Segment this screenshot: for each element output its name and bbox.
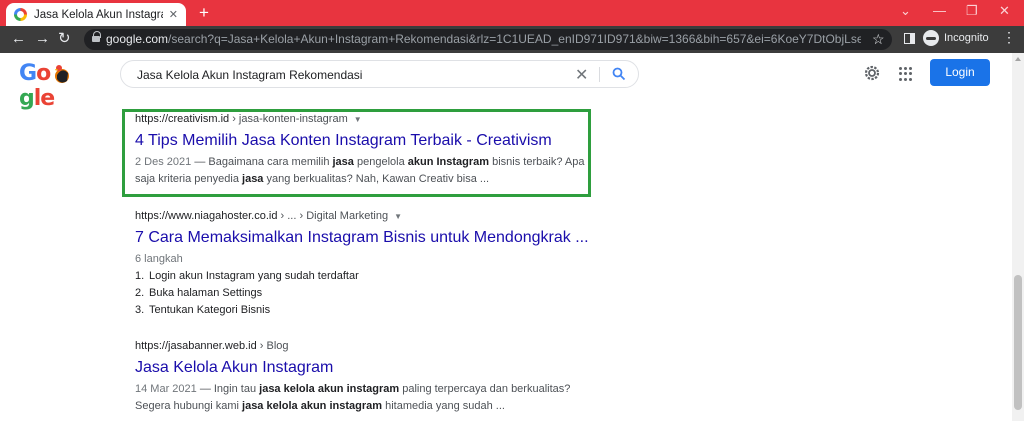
result-snippet: 14 Mar 2021 — Ingin tau jasa kelola akun… <box>135 383 571 412</box>
back-arrow-icon[interactable]: ← <box>11 31 26 47</box>
snippet-keyword: jasa kelola akun instagram <box>242 400 383 412</box>
incognito-icon <box>923 30 939 46</box>
chevron-down-icon[interactable]: ⌄ <box>900 3 911 19</box>
steps-count: 6 langkah <box>135 253 183 265</box>
search-input[interactable]: Jasa Kelola Akun Instagram Rekomendasi <box>137 68 362 82</box>
result-cite[interactable]: https://jasabanner.web.id › Blog <box>135 340 570 352</box>
search-result: https://www.niagahoster.co.id › ... › Di… <box>135 210 589 319</box>
tab-close-icon[interactable]: ✕ <box>169 8 178 21</box>
gear-icon[interactable] <box>863 64 881 82</box>
snippet-text: — Ingin tau <box>196 383 260 395</box>
minimize-icon[interactable]: — <box>933 3 946 18</box>
window-close-icon[interactable]: ✕ <box>999 3 1010 19</box>
search-divider <box>599 67 600 82</box>
snippet-text: paling terpercaya dan berkualitas? <box>399 383 571 395</box>
page-scrollbar[interactable] <box>1012 53 1024 421</box>
url-text[interactable]: google.com/search?q=Jasa+Kelola+Akun+Ins… <box>106 32 861 46</box>
snippet-text: hitamedia yang sudah ... <box>382 400 505 412</box>
browser-tab[interactable]: Jasa Kelola Akun Instagram Rekom ✕ <box>6 3 186 26</box>
list-item: 1. Login akun Instagram yang sudah terdaf… <box>135 270 359 282</box>
apps-grid-icon[interactable] <box>899 67 913 81</box>
search-box[interactable]: Jasa Kelola Akun Instagram Rekomendasi ✕ <box>120 60 639 88</box>
browser-toolbar: ← → ↻ google.com/search?q=Jasa+Kelola+Ak… <box>0 26 1024 53</box>
result-title-link[interactable]: Jasa Kelola Akun Instagram <box>135 358 570 378</box>
google-favicon-icon <box>14 8 27 21</box>
reload-icon[interactable]: ↻ <box>58 31 71 47</box>
incognito-indicator[interactable]: Incognito <box>923 30 989 46</box>
address-bar[interactable]: google.com/search?q=Jasa+Kelola+Akun+Ins… <box>84 29 892 50</box>
google-header: Gogle Jasa Kelola Akun Instagram Rekomen… <box>0 53 1012 111</box>
lock-icon <box>92 31 101 43</box>
tab-title: Jasa Kelola Akun Instagram Rekom <box>34 8 163 21</box>
steps-list: 1. Login akun Instagram yang sudah terdaf… <box>135 268 589 319</box>
login-button[interactable]: Login <box>930 59 990 86</box>
search-result: https://jasabanner.web.id › Blog Jasa Ke… <box>135 340 570 415</box>
restore-icon[interactable]: ❐ <box>966 3 978 19</box>
snippet-keyword: jasa kelola akun instagram <box>259 383 400 395</box>
scrollbar-thumb[interactable] <box>1014 275 1022 410</box>
bookmark-star-icon[interactable]: ☆ <box>872 31 885 48</box>
browser-tab-strip: Jasa Kelola Akun Instagram Rekom ✕ + ⌄ —… <box>0 0 1024 26</box>
scroll-up-icon[interactable] <box>1015 57 1021 61</box>
snippet-text: Segera hubungi kami <box>135 400 243 412</box>
clear-icon[interactable]: ✕ <box>575 65 588 85</box>
rooster-doodle-icon <box>55 65 69 83</box>
browser-menu-icon[interactable]: ⋮ <box>1002 30 1016 44</box>
forward-arrow-icon[interactable]: → <box>35 31 50 47</box>
caret-down-icon[interactable]: ▼ <box>394 212 402 221</box>
incognito-label: Incognito <box>944 32 989 44</box>
result-cite[interactable]: https://www.niagahoster.co.id › ... › Di… <box>135 210 589 222</box>
new-tab-icon[interactable]: + <box>195 4 213 22</box>
list-item: 2. Buka halaman Settings <box>135 287 263 299</box>
highlight-box <box>122 109 591 197</box>
side-panel-icon[interactable] <box>904 33 915 44</box>
result-title-link[interactable]: 7 Cara Memaksimalkan Instagram Bisnis un… <box>135 228 589 248</box>
google-doodle-logo[interactable]: Gogle <box>19 61 91 111</box>
search-icon[interactable] <box>612 67 626 81</box>
list-item: 3. Tentukan Kategori Bisnis <box>135 304 271 316</box>
